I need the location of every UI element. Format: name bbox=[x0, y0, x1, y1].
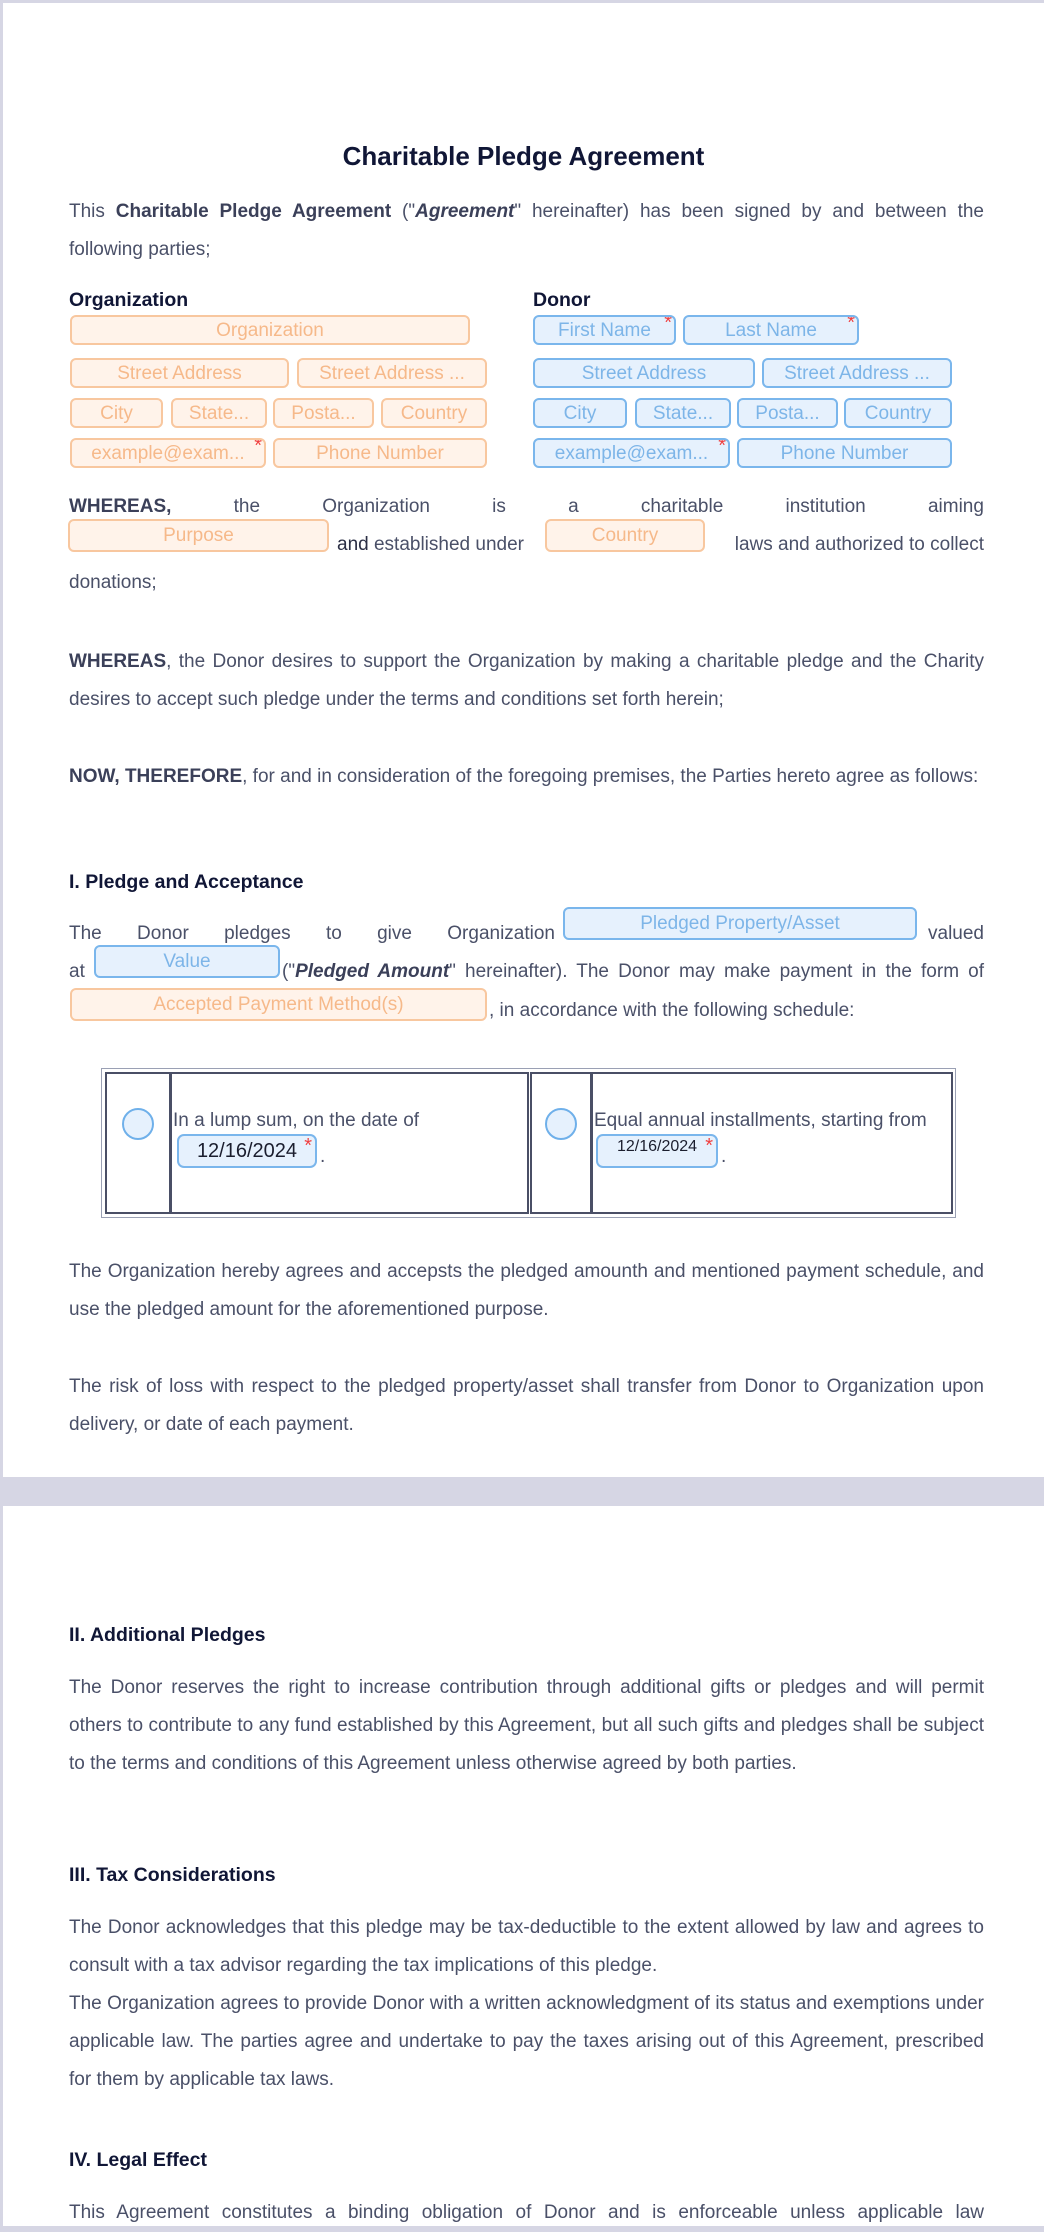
organization-street2-field[interactable]: Street Address ... bbox=[297, 358, 487, 388]
required-asterisk-icon: * bbox=[705, 1135, 713, 1157]
donor-first-name-field[interactable]: First Name * bbox=[533, 315, 676, 345]
intro-paragraph: This Charitable Pledge Agreement ("Agree… bbox=[69, 193, 984, 269]
valued-text: valued bbox=[928, 923, 984, 944]
pledged-amount-text: ("Pledged Amount" hereinafter). The Dono… bbox=[282, 954, 984, 990]
now-therefore-text: , for and in consideration of the forego… bbox=[242, 766, 979, 787]
donor-country-field[interactable]: Country bbox=[844, 398, 952, 428]
donor-phone-field[interactable]: Phone Number bbox=[737, 438, 952, 468]
required-asterisk-icon: * bbox=[847, 315, 855, 334]
organization-email-placeholder: example@exam... bbox=[91, 443, 245, 464]
lump-sum-date-field[interactable]: 12/16/2024 * bbox=[177, 1134, 317, 1168]
donor-label: Donor bbox=[533, 289, 591, 311]
whereas-2-bold: WHEREAS bbox=[69, 651, 167, 672]
lump-sum-suffix: . bbox=[320, 1146, 326, 1167]
pledge-word: Organization bbox=[447, 923, 555, 944]
donor-postal-field[interactable]: Posta... bbox=[737, 398, 838, 428]
whereas-2-paragraph: WHEREAS, the Donor desires to support th… bbox=[69, 643, 984, 719]
option-2-radio-cell bbox=[530, 1072, 592, 1214]
donor-city-field[interactable]: City bbox=[533, 398, 627, 428]
donor-email-placeholder: example@exam... bbox=[554, 443, 709, 464]
country-law-field[interactable]: Country bbox=[545, 519, 705, 552]
payment-schedule-table: In a lump sum, on the date of 12/16/2024… bbox=[101, 1068, 956, 1218]
schedule-text: , in accordance with the following sched… bbox=[489, 1000, 855, 1021]
organization-email-field[interactable]: example@exam... * bbox=[70, 438, 266, 468]
now-therefore-bold: NOW, THEREFORE bbox=[69, 766, 243, 787]
document-title: Charitable Pledge Agreement bbox=[342, 141, 705, 171]
annual-installments-label: Equal annual installments, starting from bbox=[594, 1110, 927, 1131]
donor-street-field[interactable]: Street Address bbox=[533, 358, 755, 388]
organization-name-field[interactable]: Organization bbox=[70, 315, 470, 345]
required-asterisk-icon: * bbox=[254, 438, 262, 457]
now-therefore-paragraph: NOW, THEREFORE, for and in consideration… bbox=[69, 758, 984, 796]
amount-text: (" bbox=[282, 961, 296, 982]
pledge-word: give bbox=[377, 923, 412, 944]
annual-installments-suffix: . bbox=[721, 1146, 727, 1167]
section-3-heading: III. Tax Considerations bbox=[69, 1864, 276, 1886]
section-3-paragraph-1: The Donor acknowledges that this pledge … bbox=[69, 1917, 984, 1976]
option-1-text-cell: In a lump sum, on the date of 12/16/2024… bbox=[170, 1072, 529, 1214]
lump-sum-label: In a lump sum, on the date of bbox=[173, 1110, 420, 1131]
intro-italic: Agreement bbox=[415, 201, 515, 222]
required-asterisk-icon: * bbox=[718, 438, 726, 457]
organization-country-field[interactable]: Country bbox=[381, 398, 487, 428]
whereas-tail-text: laws and authorized to collect bbox=[734, 534, 984, 555]
payment-method-field[interactable]: Accepted Payment Method(s) bbox=[70, 988, 487, 1021]
organization-city-field[interactable]: City bbox=[70, 398, 163, 428]
section-1-heading: I. Pledge and Acceptance bbox=[69, 871, 304, 893]
pledged-amount-italic: Pledged Amount bbox=[295, 961, 450, 982]
whereas-established-text: and established under bbox=[337, 527, 524, 563]
at-text: at bbox=[69, 961, 85, 982]
section-3-paragraph-2: The Organization agrees to provide Donor… bbox=[69, 1993, 984, 2090]
whereas-2-text: , the Donor desires to support the Organ… bbox=[69, 651, 984, 710]
whereas-word: Organization bbox=[322, 496, 430, 517]
annual-installments-radio[interactable] bbox=[545, 1108, 577, 1140]
intro-text: This bbox=[69, 201, 116, 222]
annual-installments-date-field[interactable]: 12/16/2024 * bbox=[596, 1134, 718, 1168]
annual-installments-date-value: 12/16/2024 bbox=[616, 1138, 698, 1155]
acceptance-paragraph: The Organization hereby agrees and accep… bbox=[69, 1261, 984, 1320]
option-1-radio-cell bbox=[105, 1072, 171, 1214]
donor-street2-field[interactable]: Street Address ... bbox=[762, 358, 952, 388]
pledged-asset-field[interactable]: Pledged Property/Asset bbox=[563, 907, 917, 940]
risk-paragraph: The risk of loss with respect to the ple… bbox=[69, 1376, 984, 1435]
intro-bold: Charitable Pledge Agreement bbox=[115, 201, 392, 222]
section-2-heading: II. Additional Pledges bbox=[69, 1624, 266, 1646]
value-field[interactable]: Value bbox=[94, 945, 280, 978]
donor-state-field[interactable]: State... bbox=[635, 398, 731, 428]
organization-street-field[interactable]: Street Address bbox=[70, 358, 289, 388]
and-text: and bbox=[337, 534, 369, 555]
whereas-end-text: donations; bbox=[69, 572, 157, 593]
pledge-word: to bbox=[325, 923, 342, 944]
section-4-paragraph: This Agreement constitutes a binding obl… bbox=[69, 2202, 984, 2223]
lump-sum-radio[interactable] bbox=[122, 1108, 154, 1140]
whereas-word: institution bbox=[785, 496, 866, 517]
whereas-word: aiming bbox=[927, 496, 984, 517]
section-2-paragraph: The Donor reserves the right to increase… bbox=[69, 1677, 984, 1774]
organization-state-field[interactable]: State... bbox=[171, 398, 267, 428]
document-page-2: II. Additional Pledges The Donor reserve… bbox=[3, 1506, 1044, 2226]
whereas-word: is bbox=[492, 496, 506, 517]
required-asterisk-icon: * bbox=[664, 315, 672, 334]
established-text: established under bbox=[368, 534, 524, 555]
document-page-1: Charitable Pledge Agreement This Charita… bbox=[3, 3, 1044, 1477]
required-asterisk-icon: * bbox=[304, 1135, 312, 1157]
purpose-field[interactable]: Purpose bbox=[68, 519, 329, 552]
amount-text: " hereinafter). The Donor may make payme… bbox=[449, 961, 984, 982]
organization-postal-field[interactable]: Posta... bbox=[273, 398, 374, 428]
organization-label: Organization bbox=[69, 289, 189, 311]
donor-first-name-placeholder: First Name bbox=[558, 320, 651, 341]
organization-phone-field[interactable]: Phone Number bbox=[273, 438, 487, 468]
donor-email-field[interactable]: example@exam... * bbox=[533, 438, 730, 468]
donor-last-name-field[interactable]: Last Name * bbox=[683, 315, 859, 345]
lump-sum-date-value: 12/16/2024 bbox=[196, 1140, 298, 1162]
section-4-heading: IV. Legal Effect bbox=[69, 2149, 207, 2171]
donor-last-name-placeholder: Last Name bbox=[725, 320, 817, 341]
intro-text: (" bbox=[391, 201, 416, 222]
option-2-text-cell: Equal annual installments, starting from… bbox=[591, 1072, 953, 1214]
